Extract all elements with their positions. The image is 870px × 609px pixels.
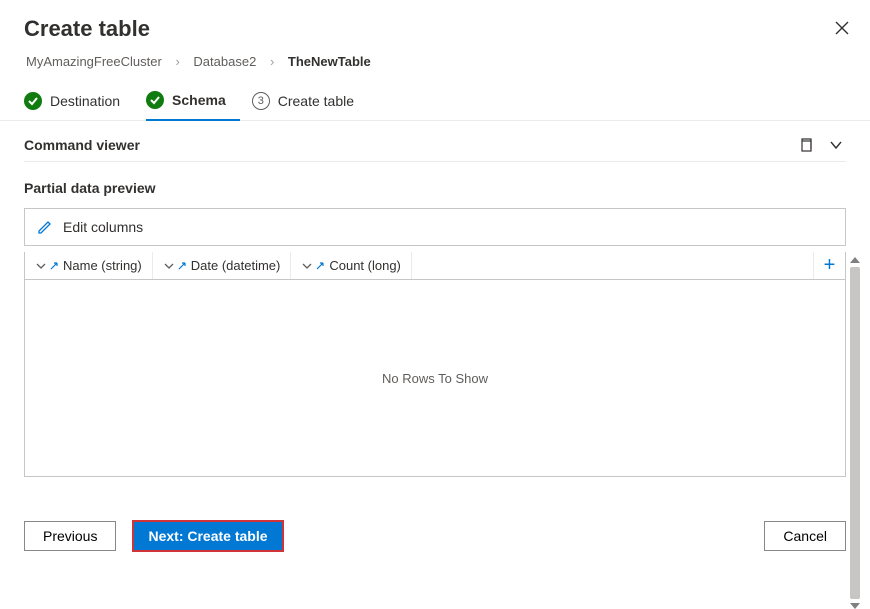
close-icon bbox=[834, 20, 850, 36]
column-header-name[interactable]: Name (string) bbox=[25, 252, 153, 279]
scroll-down-icon[interactable] bbox=[850, 603, 860, 609]
pencil-icon bbox=[37, 219, 53, 235]
step-destination[interactable]: Destination bbox=[24, 81, 134, 120]
preview-label: Partial data preview bbox=[0, 162, 870, 208]
expand-button[interactable] bbox=[826, 135, 846, 155]
arrow-icon bbox=[49, 261, 59, 271]
step-schema[interactable]: Schema bbox=[146, 81, 240, 121]
arrow-icon bbox=[315, 261, 325, 271]
column-header-date[interactable]: Date (datetime) bbox=[153, 252, 292, 279]
wizard-stepper: Destination Schema 3 Create table bbox=[0, 81, 870, 121]
column-label: Name (string) bbox=[63, 258, 142, 273]
copy-icon bbox=[798, 137, 814, 153]
next-button[interactable]: Next: Create table bbox=[132, 520, 283, 552]
chevron-down-icon bbox=[35, 260, 47, 272]
column-label: Date (datetime) bbox=[191, 258, 281, 273]
edit-columns-label: Edit columns bbox=[63, 219, 143, 235]
chevron-down-icon bbox=[828, 137, 844, 153]
breadcrumb: MyAmazingFreeCluster › Database2 › TheNe… bbox=[0, 50, 870, 81]
breadcrumb-item[interactable]: MyAmazingFreeCluster bbox=[26, 54, 162, 69]
grid-empty-message: No Rows To Show bbox=[25, 280, 845, 476]
copy-button[interactable] bbox=[796, 135, 816, 155]
chevron-down-icon bbox=[301, 260, 313, 272]
breadcrumb-item[interactable]: Database2 bbox=[193, 54, 256, 69]
step-label: Create table bbox=[278, 93, 354, 109]
step-create-table[interactable]: 3 Create table bbox=[252, 81, 368, 120]
check-circle-icon bbox=[24, 92, 42, 110]
column-label: Count (long) bbox=[329, 258, 401, 273]
chevron-right-icon: › bbox=[175, 54, 179, 69]
close-button[interactable] bbox=[830, 16, 854, 40]
footer: Previous Next: Create table Cancel bbox=[0, 520, 870, 552]
command-viewer-label: Command viewer bbox=[24, 137, 140, 153]
scrollbar[interactable] bbox=[848, 257, 862, 609]
scroll-up-icon[interactable] bbox=[850, 257, 860, 263]
edit-columns-button[interactable]: Edit columns bbox=[24, 208, 846, 246]
page-title: Create table bbox=[24, 16, 846, 42]
plus-icon: + bbox=[824, 254, 836, 277]
step-label: Schema bbox=[172, 92, 226, 108]
step-number-icon: 3 bbox=[252, 92, 270, 110]
grid-header: Name (string) Date (datetime) Count (lon… bbox=[25, 252, 845, 280]
chevron-right-icon: › bbox=[270, 54, 274, 69]
arrow-icon bbox=[177, 261, 187, 271]
check-circle-icon bbox=[146, 91, 164, 109]
breadcrumb-current: TheNewTable bbox=[288, 54, 371, 69]
step-label: Destination bbox=[50, 93, 120, 109]
data-grid: Name (string) Date (datetime) Count (lon… bbox=[24, 252, 846, 477]
previous-button[interactable]: Previous bbox=[24, 521, 116, 551]
cancel-button[interactable]: Cancel bbox=[764, 521, 846, 551]
add-column-button[interactable]: + bbox=[813, 252, 845, 279]
column-header-count[interactable]: Count (long) bbox=[291, 252, 412, 279]
chevron-down-icon bbox=[163, 260, 175, 272]
